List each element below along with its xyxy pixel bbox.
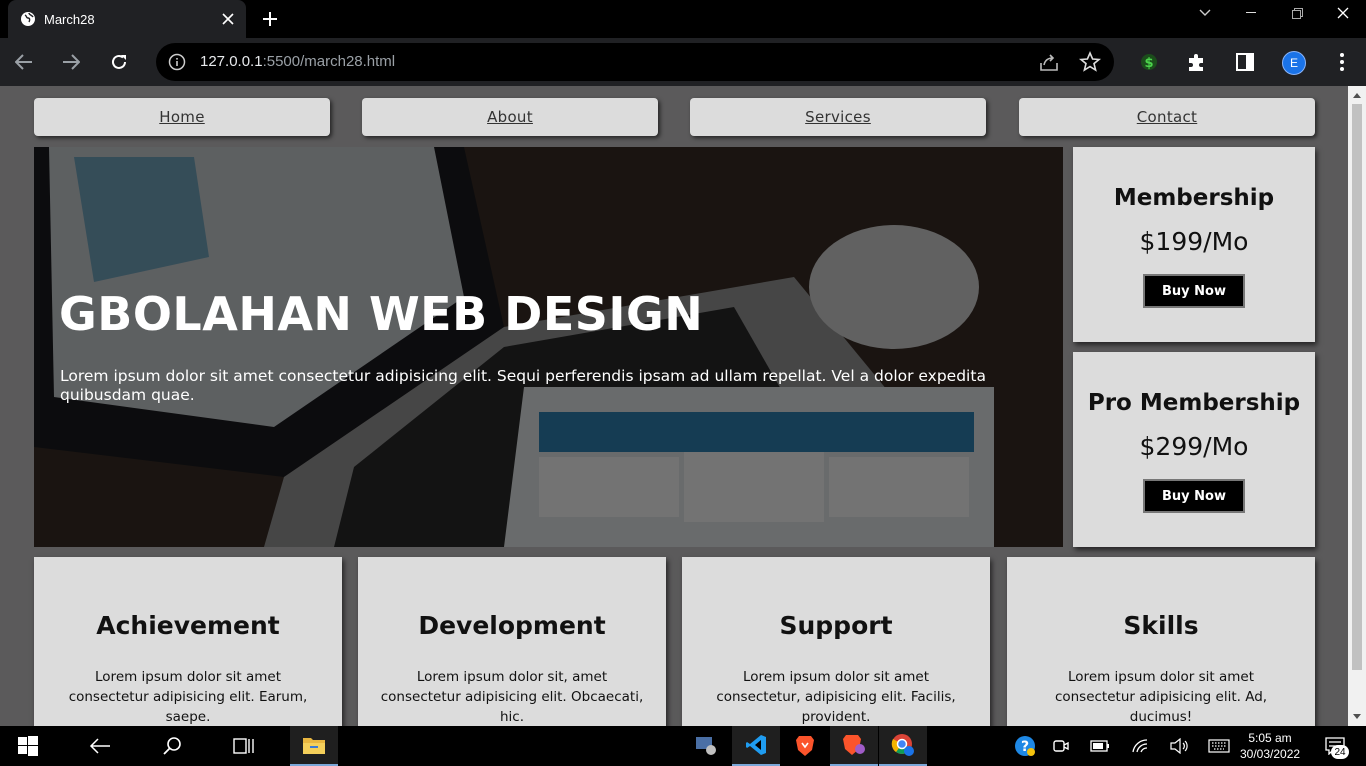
- browser-tab[interactable]: March28: [8, 0, 246, 38]
- wifi-icon[interactable]: [1130, 735, 1152, 757]
- close-window-button[interactable]: [1320, 0, 1366, 26]
- card-support: Support Lorem ipsum dolor sit amet conse…: [682, 557, 990, 726]
- card-skills: Skills Lorem ipsum dolor sit amet consec…: [1007, 557, 1315, 726]
- hero-title: GBOLAHAN WEB DESIGN: [59, 287, 704, 341]
- reload-icon[interactable]: [103, 46, 135, 78]
- volume-icon[interactable]: [1168, 735, 1190, 757]
- hero-dark-overlay: [34, 147, 1063, 547]
- help-icon[interactable]: ?: [1014, 735, 1036, 757]
- task-view-icon[interactable]: [220, 726, 268, 766]
- keyboard-icon[interactable]: [1208, 735, 1230, 757]
- card-development: Development Lorem ipsum dolor sit, amet …: [358, 557, 666, 726]
- browser-toolbar: 127.0.0.1:5500/march28.html $ E: [0, 38, 1366, 86]
- pro-membership-buy-button[interactable]: Buy Now: [1143, 479, 1245, 513]
- app-monitor-icon[interactable]: [682, 726, 730, 766]
- scroll-down-arrow-icon[interactable]: [1353, 714, 1361, 719]
- extensions-puzzle-icon[interactable]: [1185, 50, 1209, 74]
- notification-count-badge: 24: [1331, 745, 1349, 759]
- pro-membership-name: Pro Membership: [1087, 390, 1301, 416]
- membership-buy-button[interactable]: Buy Now: [1143, 274, 1245, 308]
- nav-services-label[interactable]: Services: [805, 108, 871, 126]
- nav-home-label[interactable]: Home: [159, 108, 205, 126]
- scroll-thumb[interactable]: [1352, 104, 1362, 670]
- card-text: Lorem ipsum dolor sit amet consectetur a…: [68, 669, 308, 725]
- chrome-icon[interactable]: [879, 726, 927, 766]
- menu-kebab-icon[interactable]: [1330, 50, 1354, 74]
- nav-contact-label[interactable]: Contact: [1137, 108, 1197, 126]
- windows-taskbar: ? 5:05 am 30/03/2022: [0, 726, 1366, 766]
- card-text: Lorem ipsum dolor sit amet consectetur, …: [716, 669, 956, 725]
- card-text: Lorem ipsum dolor sit, amet consectetur …: [380, 669, 644, 725]
- url-path: :5500/march28.html: [262, 53, 396, 70]
- clock-time: 5:05 am: [1248, 731, 1292, 745]
- clock-date: 30/03/2022: [1240, 747, 1301, 761]
- side-panel-icon[interactable]: [1233, 50, 1257, 74]
- page-viewport: Home About Services Contact GBOLAHAN WEB…: [0, 86, 1348, 726]
- tab-search-icon[interactable]: [1182, 0, 1228, 26]
- share-icon[interactable]: [1038, 51, 1060, 73]
- brave-profile-icon[interactable]: [830, 726, 878, 766]
- close-tab-icon[interactable]: [214, 5, 242, 33]
- pro-membership-card: Pro Membership $299/Mo Buy Now: [1073, 352, 1315, 547]
- globe-icon: [20, 11, 36, 27]
- browser-tab-strip: March28: [0, 0, 1366, 38]
- scroll-up-arrow-icon[interactable]: [1353, 93, 1361, 98]
- site-info-icon[interactable]: [168, 53, 186, 71]
- system-clock[interactable]: 5:05 am 30/03/2022: [1240, 730, 1300, 762]
- forward-icon[interactable]: [55, 46, 87, 78]
- main-nav: Home About Services Contact: [34, 98, 1315, 136]
- vscode-icon[interactable]: [732, 726, 780, 766]
- nav-services[interactable]: Services: [690, 98, 986, 136]
- url-text: 127.0.0.1:5500/march28.html: [200, 53, 395, 70]
- battery-icon[interactable]: [1089, 735, 1111, 757]
- profile-avatar[interactable]: E: [1282, 51, 1306, 75]
- card-achievement: Achievement Lorem ipsum dolor sit amet c…: [34, 557, 342, 726]
- restore-button[interactable]: [1274, 0, 1320, 26]
- card-text: Lorem ipsum dolor sit amet consectetur a…: [1054, 669, 1268, 725]
- file-explorer-icon[interactable]: [290, 726, 338, 766]
- hero-description: Lorem ipsum dolor sit amet consectetur a…: [60, 367, 986, 404]
- membership-card: Membership $199/Mo Buy Now: [1073, 147, 1315, 342]
- windows-start-icon[interactable]: [4, 726, 52, 766]
- card-title: Skills: [1123, 611, 1199, 640]
- search-icon[interactable]: [148, 726, 196, 766]
- nav-contact[interactable]: Contact: [1019, 98, 1315, 136]
- nav-home[interactable]: Home: [34, 98, 330, 136]
- back-arrow-icon[interactable]: [76, 726, 124, 766]
- bookmark-star-icon[interactable]: [1078, 50, 1102, 74]
- nav-about[interactable]: About: [362, 98, 658, 136]
- dollar-extension-icon[interactable]: $: [1137, 50, 1161, 74]
- hero-banner: GBOLAHAN WEB DESIGN Lorem ipsum dolor si…: [34, 147, 1063, 547]
- address-bar[interactable]: 127.0.0.1:5500/march28.html: [156, 43, 1114, 81]
- pro-membership-price: $299/Mo: [1139, 432, 1249, 461]
- page-scrollbar[interactable]: [1348, 86, 1366, 726]
- minimize-button[interactable]: [1228, 0, 1274, 26]
- svg-text:$: $: [1144, 56, 1153, 71]
- membership-name: Membership: [1113, 185, 1275, 211]
- url-host: 127.0.0.1: [200, 53, 263, 70]
- brave-browser-icon[interactable]: [781, 726, 829, 766]
- tab-title: March28: [44, 11, 95, 27]
- meet-now-icon[interactable]: [1050, 735, 1072, 757]
- nav-about-label[interactable]: About: [487, 108, 533, 126]
- card-title: Support: [779, 611, 893, 640]
- new-tab-button[interactable]: [256, 5, 284, 33]
- card-title: Achievement: [96, 611, 280, 640]
- membership-price: $199/Mo: [1139, 227, 1249, 256]
- back-icon[interactable]: [8, 46, 40, 78]
- card-title: Development: [418, 611, 606, 640]
